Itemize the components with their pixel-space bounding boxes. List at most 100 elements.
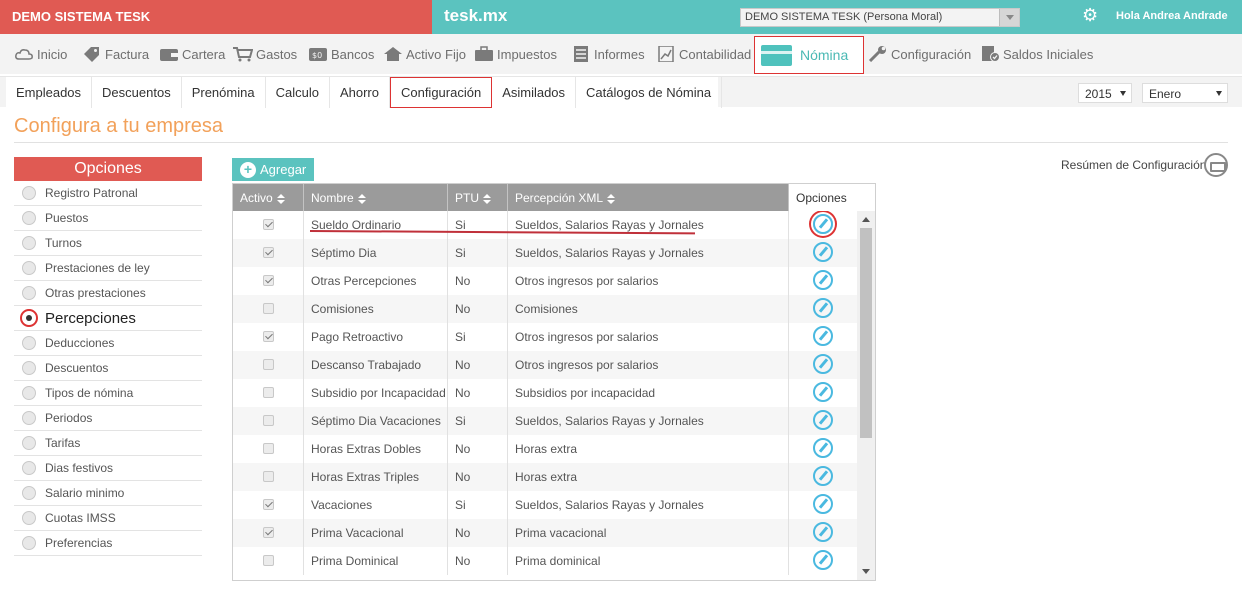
tab-ahorro[interactable]: Ahorro xyxy=(330,77,390,108)
year-select[interactable]: 2015 xyxy=(1078,83,1132,103)
tab-catalogos-nomina[interactable]: Catálogos de Nómina xyxy=(576,77,723,108)
sidebar-item-otras-prestaciones[interactable]: Otras prestaciones xyxy=(14,281,202,306)
scroll-down-icon[interactable] xyxy=(862,569,870,574)
radio-icon[interactable] xyxy=(22,186,36,200)
sidebar-item-dias-festivos[interactable]: Dias festivos xyxy=(14,456,202,481)
sort-icon[interactable] xyxy=(607,193,616,204)
active-checkbox[interactable] xyxy=(262,471,274,482)
nav-item-contabilidad[interactable]: Contabilidad xyxy=(656,44,751,64)
pencil-icon[interactable] xyxy=(813,522,833,542)
sidebar-item-preferencias[interactable]: Preferencias xyxy=(14,531,202,556)
print-icon[interactable] xyxy=(1204,153,1228,177)
scroll-up-icon[interactable] xyxy=(862,217,870,222)
tab-empleados[interactable]: Empleados xyxy=(6,77,93,108)
tab-prenomina[interactable]: Prenómina xyxy=(182,77,266,108)
sidebar-item-salario-minimo[interactable]: Salario minimo xyxy=(14,481,202,506)
active-checkbox[interactable] xyxy=(262,359,274,370)
cell-ptu: Si xyxy=(448,323,508,351)
radio-icon[interactable] xyxy=(22,386,36,400)
radio-icon[interactable] xyxy=(22,336,36,350)
active-checkbox[interactable] xyxy=(262,247,274,258)
nav-item-gastos[interactable]: Gastos xyxy=(233,44,297,64)
sidebar-item-cuotas-imss[interactable]: Cuotas IMSS xyxy=(14,506,202,531)
active-checkbox[interactable] xyxy=(262,331,274,342)
tab-calculo[interactable]: Calculo xyxy=(266,77,330,108)
tab-configuracion[interactable]: Configuración xyxy=(389,77,493,108)
pencil-icon[interactable] xyxy=(813,270,833,290)
sidebar-item-tipos-nomina[interactable]: Tipos de nómina xyxy=(14,381,202,406)
tab-asimilados[interactable]: Asimilados xyxy=(492,77,577,108)
sidebar-item-prestaciones-ley[interactable]: Prestaciones de ley xyxy=(14,256,202,281)
pencil-icon[interactable] xyxy=(813,494,833,514)
nav-item-bancos[interactable]: $0 Bancos xyxy=(308,44,374,64)
active-checkbox[interactable] xyxy=(262,275,274,286)
sidebar-item-periodos[interactable]: Periodos xyxy=(14,406,202,431)
company-select[interactable]: DEMO SISTEMA TESK (Persona Moral) xyxy=(740,8,1020,27)
nav-item-informes[interactable]: Informes xyxy=(571,44,645,64)
nav-item-configuracion[interactable]: Configuración xyxy=(868,44,971,64)
pencil-icon[interactable] xyxy=(813,410,833,430)
radio-icon[interactable] xyxy=(22,411,36,425)
sidebar-item-turnos[interactable]: Turnos xyxy=(14,231,202,256)
nav-item-saldos-iniciales[interactable]: Saldos Iniciales xyxy=(980,44,1093,64)
nav-item-nomina[interactable]: Nómina xyxy=(754,36,864,74)
nav-item-inicio[interactable]: Inicio xyxy=(14,44,67,64)
active-checkbox[interactable] xyxy=(262,527,274,538)
radio-icon[interactable] xyxy=(22,436,36,450)
table-row: Séptimo Dia Si Sueldos, Salarios Rayas y J… xyxy=(233,239,857,267)
sidebar-item-tarifas[interactable]: Tarifas xyxy=(14,431,202,456)
radio-icon[interactable] xyxy=(22,211,36,225)
pencil-icon[interactable] xyxy=(813,326,833,346)
nav-item-cartera[interactable]: Cartera xyxy=(159,44,225,64)
month-select[interactable]: Enero xyxy=(1142,83,1228,103)
nav-item-factura[interactable]: Factura xyxy=(82,44,149,64)
sort-icon[interactable] xyxy=(483,193,491,204)
sidebar-item-descuentos[interactable]: Descuentos xyxy=(14,356,202,381)
active-checkbox[interactable] xyxy=(262,499,274,510)
pencil-icon[interactable] xyxy=(813,354,833,374)
add-button[interactable]: + Agregar xyxy=(232,158,314,181)
radio-icon[interactable] xyxy=(22,236,36,250)
column-header-percepcion-xml[interactable]: Percepción XML xyxy=(508,184,789,211)
pencil-icon[interactable] xyxy=(813,382,833,402)
nav-item-activo-fijo[interactable]: Activo Fijo xyxy=(383,44,466,64)
tab-descuentos[interactable]: Descuentos xyxy=(92,77,182,108)
sidebar-item-deducciones[interactable]: Deducciones xyxy=(14,331,202,356)
company-select-value: DEMO SISTEMA TESK (Persona Moral) xyxy=(745,11,943,23)
active-checkbox[interactable] xyxy=(262,303,274,314)
sort-icon[interactable] xyxy=(276,193,285,204)
radio-icon[interactable] xyxy=(22,361,36,375)
column-header-activo[interactable]: Activo xyxy=(233,184,304,211)
sidebar-item-registro-patronal[interactable]: Registro Patronal xyxy=(14,181,202,206)
pencil-icon[interactable] xyxy=(813,550,833,570)
column-header-ptu[interactable]: PTU xyxy=(448,184,508,211)
pencil-icon[interactable] xyxy=(813,466,833,486)
pencil-icon[interactable] xyxy=(813,438,833,458)
sidebar-item-percepciones[interactable]: Percepciones xyxy=(14,306,202,331)
pencil-icon[interactable] xyxy=(813,214,833,234)
active-checkbox[interactable] xyxy=(262,387,274,398)
radio-icon[interactable] xyxy=(22,461,36,475)
sidebar-item-label: Percepciones xyxy=(45,309,136,327)
active-checkbox[interactable] xyxy=(262,555,274,566)
radio-icon[interactable] xyxy=(22,261,36,275)
scroll-thumb[interactable] xyxy=(860,228,872,438)
gear-icon[interactable]: ⚙ xyxy=(1082,5,1098,26)
column-header-nombre[interactable]: Nombre xyxy=(304,184,448,211)
table-scrollbar[interactable] xyxy=(857,211,875,580)
radio-selected-icon[interactable] xyxy=(20,309,38,327)
radio-icon[interactable] xyxy=(22,486,36,500)
radio-icon[interactable] xyxy=(22,286,36,300)
active-checkbox[interactable] xyxy=(262,443,274,454)
radio-icon[interactable] xyxy=(22,511,36,525)
active-checkbox[interactable] xyxy=(262,415,274,426)
resumen-link[interactable]: Resúmen de Configuración xyxy=(1061,158,1206,172)
user-greeting[interactable]: Hola Andrea Andrade xyxy=(1116,10,1228,22)
pencil-icon[interactable] xyxy=(813,298,833,318)
sort-icon[interactable] xyxy=(357,193,366,204)
pencil-icon[interactable] xyxy=(813,242,833,262)
active-checkbox[interactable] xyxy=(262,219,274,230)
radio-icon[interactable] xyxy=(22,536,36,550)
sidebar-item-puestos[interactable]: Puestos xyxy=(14,206,202,231)
nav-item-impuestos[interactable]: Impuestos xyxy=(474,44,557,64)
